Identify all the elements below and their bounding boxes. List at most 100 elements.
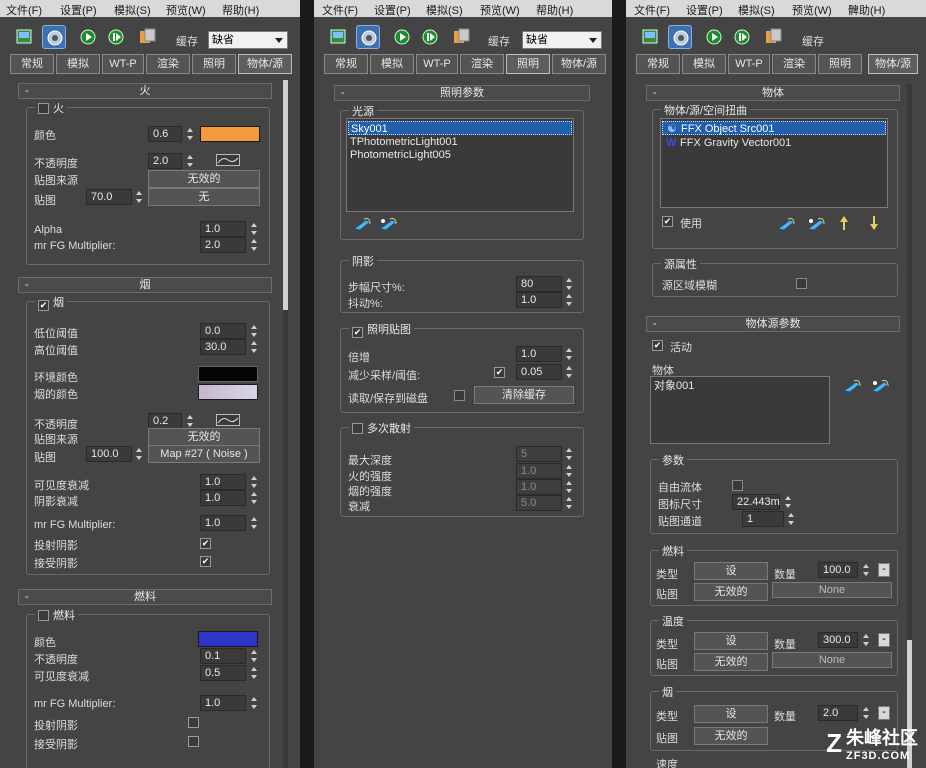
smoke-minus-button[interactable]: - — [878, 706, 890, 720]
temp-map-source-button[interactable]: 无效的 — [694, 653, 768, 671]
lightmap-mult-spinner[interactable] — [565, 346, 574, 362]
fire-map-spinner[interactable] — [135, 189, 144, 205]
scatter-fire-value[interactable]: 1.0 — [516, 463, 562, 479]
smoke-vis-spinner[interactable] — [250, 474, 259, 490]
menu-preview[interactable]: 预览(W) — [166, 2, 206, 18]
fuel-vis-value[interactable]: 0.5 — [200, 665, 246, 681]
fire-opacity-spinner[interactable] — [186, 153, 195, 169]
menu-help[interactable]: 帮助(H) — [222, 2, 259, 18]
tab-simulation[interactable]: 模拟 — [56, 54, 100, 74]
tab-lighting[interactable]: 照明 — [506, 54, 550, 74]
scatter-depth-spinner[interactable] — [565, 446, 574, 462]
menu-simulate[interactable]: 模拟(S) — [426, 2, 463, 18]
image-icon[interactable] — [12, 25, 36, 49]
scatter-smoke-spinner[interactable] — [565, 479, 574, 495]
menu-preview[interactable]: 预览(W) — [792, 2, 832, 18]
menu-file[interactable]: 文件(F) — [322, 2, 358, 18]
fuel-amount-value[interactable]: 100.0 — [818, 562, 858, 578]
play-icon[interactable] — [390, 25, 414, 49]
lighting-rollout-header[interactable]: - 照明参数 — [334, 85, 590, 101]
fire-color-swatch[interactable] — [200, 126, 260, 142]
smoke-amount-value[interactable]: 2.0 — [818, 705, 858, 721]
menu-simulate[interactable]: 模拟(S) — [114, 2, 151, 18]
active-checkbox[interactable]: ✔ — [652, 340, 663, 351]
tab-general[interactable]: 常规 — [10, 54, 54, 74]
smoke-high-value[interactable]: 30.0 — [200, 339, 246, 355]
temp-type-button[interactable]: 设 — [694, 632, 768, 650]
right-scrollbar[interactable] — [907, 84, 912, 768]
fuel-minus-button[interactable]: - — [878, 563, 890, 577]
lightmap-mult-value[interactable]: 1.0 — [516, 346, 562, 362]
tab-render[interactable]: 渲染 — [460, 54, 504, 74]
free-fluid-checkbox[interactable] — [732, 480, 743, 491]
smoke-rollout-header[interactable]: -烟 — [18, 277, 272, 293]
smoke-checkbox[interactable]: ✔ — [38, 300, 49, 311]
tab-lighting[interactable]: 照明 — [818, 54, 862, 74]
tab-wtp[interactable]: WT-P — [102, 54, 144, 74]
fire-alpha-value[interactable]: 1.0 — [200, 221, 246, 237]
temp-minus-button[interactable]: - — [878, 633, 890, 647]
tab-render[interactable]: 渲染 — [772, 54, 816, 74]
play-icon[interactable] — [702, 25, 726, 49]
cache-files-icon[interactable] — [762, 25, 786, 49]
clear-cache-button[interactable]: 清除缓存 — [474, 386, 574, 404]
fire-color-spinner[interactable] — [186, 126, 195, 142]
menu-preview[interactable]: 预览(W) — [480, 2, 520, 18]
smoke-low-spinner[interactable] — [250, 323, 259, 339]
lightmap-enable[interactable]: ✔ 照明贴图 — [349, 321, 414, 338]
lightmap-reduce-checkbox[interactable]: ✔ — [494, 367, 505, 378]
scatter-decay-value[interactable]: 5.0 — [516, 495, 562, 511]
fire-fg-value[interactable]: 2.0 — [200, 237, 246, 253]
add-light-list-icon[interactable] — [378, 216, 398, 235]
object-source-list[interactable]: ☯ FFX Object Src001 W FFX Gravity Vector00… — [660, 118, 888, 208]
settings-gear-icon[interactable] — [668, 25, 692, 49]
menu-file[interactable]: 文件(F) — [6, 2, 42, 18]
light-source-list[interactable]: Sky001 TPhotometricLight001 PhotometricL… — [346, 118, 574, 212]
smoke-recv-checkbox[interactable]: ✔ — [200, 556, 211, 567]
fire-map-amount[interactable]: 70.0 — [86, 189, 132, 205]
smoke-map-button[interactable]: Map #27 ( Noise ) — [148, 445, 260, 463]
fuel-type-button[interactable]: 设 — [694, 562, 768, 580]
menu-help[interactable]: 髀助(H) — [848, 2, 885, 18]
fuel-fg-spinner[interactable] — [250, 695, 259, 711]
play-icon[interactable] — [76, 25, 100, 49]
tab-objects-sources[interactable]: 物体/源 — [552, 54, 606, 74]
shadow-step-spinner[interactable] — [565, 276, 574, 292]
temp-amount-spinner[interactable] — [862, 632, 871, 648]
cache-files-icon[interactable] — [450, 25, 474, 49]
fuel-cast-checkbox[interactable] — [188, 717, 199, 728]
lightmap-reduce-value[interactable]: 0.05 — [516, 364, 562, 380]
fire-opacity-value[interactable]: 2.0 — [148, 153, 182, 169]
fuel-vis-spinner[interactable] — [250, 665, 259, 681]
icon-size-value[interactable]: 22.443m — [732, 494, 780, 510]
smoke-type-button[interactable]: 设 — [694, 705, 768, 723]
fire-map-button[interactable]: 无 — [148, 188, 260, 206]
pick-emitter-icon[interactable] — [842, 378, 862, 397]
smoke-color-swatch[interactable] — [198, 384, 258, 400]
menu-settings[interactable]: 设置(P) — [686, 2, 723, 18]
scatter-enable[interactable]: 多次散射 — [349, 420, 414, 436]
smoke-ambient-swatch[interactable] — [198, 366, 258, 382]
fuel-opacity-value[interactable]: 0.1 — [200, 648, 246, 664]
list-item[interactable]: TPhotometricLight001 — [348, 135, 572, 149]
smoke-opacity-curve-icon[interactable] — [216, 414, 240, 426]
fuel-checkbox[interactable] — [38, 610, 49, 621]
smoke-shadow-spinner[interactable] — [250, 490, 259, 506]
fuel-recv-checkbox[interactable] — [188, 736, 199, 747]
scatter-decay-spinner[interactable] — [565, 495, 574, 511]
cache-select[interactable]: 缺省 — [522, 31, 602, 49]
fire-enable[interactable]: 火 — [35, 100, 67, 116]
settings-gear-icon[interactable] — [42, 25, 66, 49]
map-channel-value[interactable]: 1 — [742, 511, 784, 527]
resume-icon[interactable] — [104, 25, 128, 49]
fuel-rollout-header[interactable]: - 燃料 — [18, 589, 272, 605]
menu-help[interactable]: 帮助(H) — [536, 2, 573, 18]
shadow-jitter-spinner[interactable] — [565, 292, 574, 308]
fire-rollout-header[interactable]: -火 — [18, 83, 272, 99]
smoke-enable[interactable]: ✔ 烟 — [35, 294, 67, 311]
smoke-map-amount[interactable]: 100.0 — [86, 446, 132, 462]
lightmap-reduce-spinner[interactable] — [565, 364, 574, 380]
smoke-amount-spinner[interactable] — [862, 705, 871, 721]
fire-checkbox[interactable] — [38, 103, 49, 114]
map-channel-spinner[interactable] — [787, 511, 796, 527]
